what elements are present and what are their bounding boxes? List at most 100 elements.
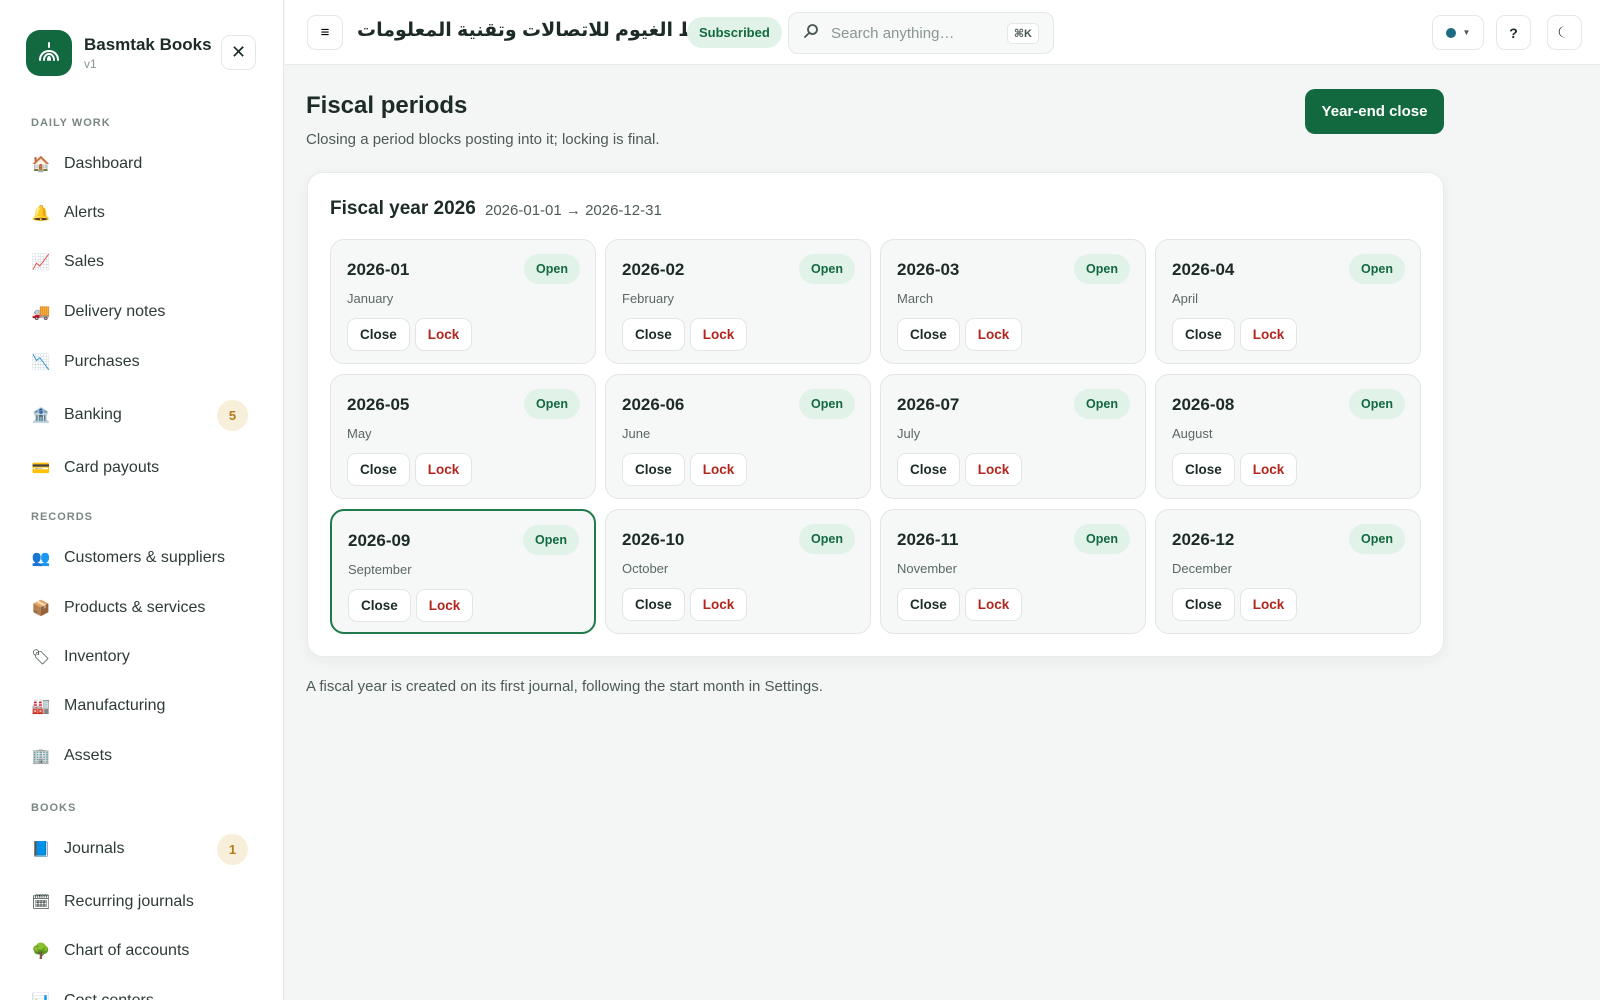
period-actions: Close Lock: [347, 318, 477, 351]
sidebar-item-cost-centers[interactable]: 📊 Cost centers: [18, 980, 266, 1000]
status-badge: Open: [799, 524, 855, 554]
close-period-button[interactable]: Close: [622, 318, 685, 351]
close-sidebar-button[interactable]: ✕: [221, 35, 256, 70]
truck-icon: 🚚: [31, 304, 51, 321]
sidebar-item-banking[interactable]: 🏦 Banking 5: [18, 394, 266, 436]
page-subtitle: Closing a period blocks posting into it;…: [306, 131, 660, 148]
period-month: June: [622, 426, 651, 441]
close-period-button[interactable]: Close: [622, 453, 685, 486]
close-period-button[interactable]: Close: [622, 588, 685, 621]
period-month: March: [897, 291, 934, 306]
card-icon: 💳: [31, 460, 51, 477]
fiscal-year-card: Fiscal year 2026 2026-01-01 → 2026-12-31…: [307, 172, 1444, 657]
sidebar-item-label: Sales: [64, 253, 105, 270]
lock-period-button[interactable]: Lock: [414, 453, 473, 486]
lock-period-button[interactable]: Lock: [964, 588, 1023, 621]
dark-mode-toggle[interactable]: [1547, 15, 1582, 50]
period-grid: 2026-01 January Open Close Lock 2026-02 Februa…: [330, 239, 1421, 634]
fiscal-year-range: 2026-01-01 → 2026-12-31: [485, 202, 662, 219]
close-period-button[interactable]: Close: [348, 589, 411, 622]
close-period-button[interactable]: Close: [897, 318, 960, 351]
sidebar-item-assets[interactable]: 🏢 Assets: [18, 735, 266, 777]
sidebar-item-customers-suppliers[interactable]: 👥 Customers & suppliers: [18, 537, 266, 579]
sidebar-item-delivery-notes[interactable]: 🚚 Delivery notes: [18, 291, 266, 333]
close-period-button[interactable]: Close: [897, 588, 960, 621]
brand[interactable]: Basmtak Books v1: [26, 30, 212, 76]
sidebar-item-inventory[interactable]: 🏷 Inventory: [18, 636, 266, 678]
sidebar-item-sales[interactable]: 📈 Sales: [18, 241, 266, 283]
period-card[interactable]: 2026-08 August Open Close Lock: [1155, 374, 1421, 499]
status-badge: Open: [1074, 524, 1130, 554]
period-card[interactable]: 2026-03 March Open Close Lock: [880, 239, 1146, 364]
lock-period-button[interactable]: Lock: [1239, 318, 1298, 351]
status-badge: Open: [1349, 389, 1405, 419]
lock-period-button[interactable]: Lock: [689, 588, 748, 621]
period-card[interactable]: 2026-02 February Open Close Lock: [605, 239, 871, 364]
lock-period-button[interactable]: Lock: [1239, 588, 1298, 621]
sidebar-item-chart-of-accounts[interactable]: 🌳 Chart of accounts: [18, 930, 266, 972]
close-period-button[interactable]: Close: [1172, 318, 1235, 351]
nav-section-heading: RECORDS: [31, 511, 94, 523]
period-card[interactable]: 2026-06 June Open Close Lock: [605, 374, 871, 499]
people-icon: 👥: [31, 550, 51, 567]
lock-period-button[interactable]: Lock: [414, 318, 473, 351]
period-actions: Close Lock: [897, 588, 1027, 621]
chevron-down-icon: ▼: [1462, 28, 1471, 37]
status-badge: Open: [1349, 524, 1405, 554]
period-card[interactable]: 2026-07 July Open Close Lock: [880, 374, 1146, 499]
search-input[interactable]: [831, 24, 1011, 42]
search-box[interactable]: ⌘K: [788, 12, 1054, 54]
lock-period-button[interactable]: Lock: [964, 318, 1023, 351]
sidebar-item-purchases[interactable]: 📉 Purchases: [18, 341, 266, 383]
status-badge: Open: [1349, 254, 1405, 284]
year-end-close-button[interactable]: Year-end close: [1305, 89, 1444, 134]
period-card[interactable]: 2026-01 January Open Close Lock: [330, 239, 596, 364]
close-period-button[interactable]: Close: [1172, 588, 1235, 621]
brand-name: Basmtak Books: [84, 35, 212, 54]
period-card[interactable]: 2026-10 October Open Close Lock: [605, 509, 871, 634]
period-code: 2026-01: [347, 260, 410, 279]
period-card[interactable]: 2026-04 April Open Close Lock: [1155, 239, 1421, 364]
lock-period-button[interactable]: Lock: [689, 318, 748, 351]
status-dropdown-button[interactable]: ▼: [1432, 15, 1484, 50]
period-month: August: [1172, 426, 1213, 441]
status-badge: Open: [524, 389, 580, 419]
status-badge: Open: [799, 389, 855, 419]
close-period-button[interactable]: Close: [897, 453, 960, 486]
sidebar-item-alerts[interactable]: 🔔 Alerts: [18, 192, 266, 234]
lock-period-button[interactable]: Lock: [1239, 453, 1298, 486]
lock-period-button[interactable]: Lock: [415, 589, 474, 622]
period-month: February: [622, 291, 675, 306]
sidebar-item-products-services[interactable]: 📦 Products & services: [18, 587, 266, 629]
status-badge: Open: [799, 254, 855, 284]
status-badge: Open: [523, 525, 579, 555]
lock-period-button[interactable]: Lock: [689, 453, 748, 486]
sidebar-item-recurring-journals[interactable]: 🗓 Recurring journals: [18, 881, 266, 923]
sidebar-item-journals[interactable]: 📘 Journals 1: [18, 828, 266, 870]
period-month: January: [347, 291, 394, 306]
package-icon: 📦: [31, 600, 51, 617]
sidebar-item-label: Manufacturing: [64, 697, 166, 714]
period-month: November: [897, 561, 957, 576]
close-period-button[interactable]: Close: [1172, 453, 1235, 486]
sidebar-item-card-payouts[interactable]: 💳 Card payouts: [18, 447, 266, 489]
period-code: 2026-02: [622, 260, 685, 279]
period-code: 2026-08: [1172, 395, 1235, 414]
close-period-button[interactable]: Close: [347, 318, 410, 351]
status-badge: Open: [524, 254, 580, 284]
sidebar-item-manufacturing[interactable]: 🏭 Manufacturing: [18, 685, 266, 727]
period-code: 2026-05: [347, 395, 410, 414]
organization-name[interactable]: خط الغيوم للاتصالات وتقنية المعلومات: [357, 19, 712, 42]
help-button[interactable]: ?: [1496, 15, 1531, 50]
period-card[interactable]: 2026-05 May Open Close Lock: [330, 374, 596, 499]
count-badge: 1: [217, 834, 248, 865]
period-card[interactable]: 2026-12 December Open Close Lock: [1155, 509, 1421, 634]
period-card[interactable]: 2026-11 November Open Close Lock: [880, 509, 1146, 634]
lock-period-button[interactable]: Lock: [964, 453, 1023, 486]
close-period-button[interactable]: Close: [347, 453, 410, 486]
chart-up-icon: 📈: [31, 254, 51, 271]
period-card[interactable]: 2026-09 September Open Close Lock: [330, 509, 596, 634]
menu-button[interactable]: ≡: [307, 15, 343, 50]
sidebar-item-dashboard[interactable]: 🏠 Dashboard: [18, 143, 266, 185]
nav-section-heading: DAILY WORK: [31, 117, 111, 129]
